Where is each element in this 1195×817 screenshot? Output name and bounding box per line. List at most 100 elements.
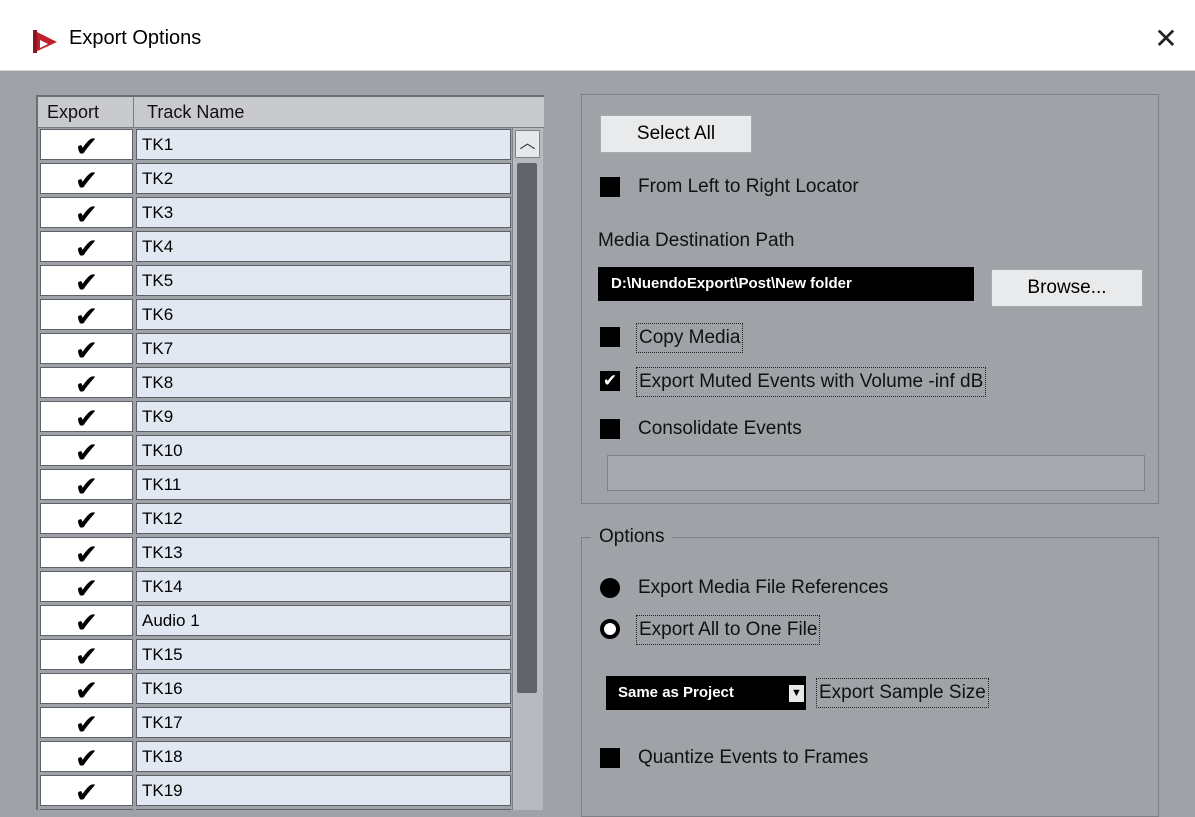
export-checkmark-icon[interactable]: ✔ xyxy=(40,197,133,230)
checkbox-box[interactable] xyxy=(600,419,620,439)
media-destination-path-label: Media Destination Path xyxy=(598,230,795,251)
checkmark-icon[interactable]: ✔ xyxy=(600,371,620,391)
track-name-cell[interactable]: TK17 xyxy=(136,707,511,738)
checkbox-box[interactable] xyxy=(600,327,620,347)
export-checkmark-icon[interactable]: ✔ xyxy=(40,707,133,740)
track-name-cell[interactable]: Audio 1 xyxy=(136,605,511,636)
radio-unselected-indicator[interactable] xyxy=(600,619,620,639)
sample-size-select[interactable]: Same as Project ▼ xyxy=(606,676,806,710)
table-row[interactable]: ✔ TK16 xyxy=(38,672,512,706)
title-bar: Export Options ✕ xyxy=(0,0,1195,71)
export-checkmark-icon[interactable]: ✔ xyxy=(40,469,133,502)
track-name-cell[interactable]: TK11 xyxy=(136,469,511,500)
options-group: Export Media File References Export All … xyxy=(581,537,1159,817)
table-header: Export Track Name xyxy=(38,97,544,128)
track-name-cell[interactable]: TK14 xyxy=(136,571,511,602)
select-all-button[interactable]: Select All xyxy=(600,115,752,153)
track-name-cell[interactable]: TK13 xyxy=(136,537,511,568)
table-row[interactable]: ✔ TK18 xyxy=(38,740,512,774)
track-name-cell[interactable]: TK6 xyxy=(136,299,511,330)
track-name-cell[interactable]: TK1 xyxy=(136,129,511,160)
export-checkmark-icon[interactable]: ✔ xyxy=(40,367,133,400)
table-row[interactable]: ✔ TK3 xyxy=(38,196,512,230)
table-row[interactable]: ✔ TK1 xyxy=(38,128,512,162)
table-row[interactable]: ✔ TK13 xyxy=(38,536,512,570)
table-row[interactable]: ✔ TK2 xyxy=(38,162,512,196)
track-name-cell[interactable]: TK5 xyxy=(136,265,511,296)
export-checkmark-icon[interactable]: ✔ xyxy=(40,163,133,196)
track-name-cell[interactable]: TK10 xyxy=(136,435,511,466)
track-name-cell[interactable]: TK4 xyxy=(136,231,511,262)
track-rows: ✔ TK1 ✔ TK2 ✔ TK3 ✔ TK4 ✔ TK5 ✔ TK6 ✔ TK7 ✔ TK8 ✔ TK9 ✔ TK1… xyxy=(38,128,512,810)
track-name-cell[interactable] xyxy=(136,809,511,810)
table-row[interactable]: ✔ TK17 xyxy=(38,706,512,740)
nuendo-logo-icon xyxy=(33,30,57,53)
table-row[interactable]: ✔ TK4 xyxy=(38,230,512,264)
export-checkmark-icon[interactable]: ✔ xyxy=(40,537,133,570)
media-destination-path-field[interactable]: D:\NuendoExport\Post\New folder xyxy=(598,267,974,301)
table-row[interactable]: ✔ TK8 xyxy=(38,366,512,400)
checkbox-box[interactable] xyxy=(600,748,620,768)
export-checkmark-icon[interactable]: ✔ xyxy=(40,333,133,366)
table-row[interactable]: ✔ TK9 xyxy=(38,400,512,434)
export-checkmark-icon[interactable]: ✔ xyxy=(40,401,133,434)
table-row[interactable]: ✔ TK14 xyxy=(38,570,512,604)
radio-label: Export All to One File xyxy=(636,615,821,645)
options-legend: Options xyxy=(591,523,673,551)
column-header-export[interactable]: Export xyxy=(38,97,134,127)
export-checkmark-icon[interactable]: ✔ xyxy=(40,503,133,536)
radio-label: Export Media File References xyxy=(638,577,889,598)
scroll-thumb[interactable] xyxy=(517,163,537,693)
checkbox-label: Quantize Events to Frames xyxy=(638,747,869,768)
export-checkmark-icon[interactable]: ✔ xyxy=(40,775,133,808)
export-checkmark-icon[interactable]: ✔ xyxy=(40,299,133,332)
track-name-cell[interactable]: TK16 xyxy=(136,673,511,704)
export-checkmark-icon[interactable]: ✔ xyxy=(40,265,133,298)
export-checkmark-icon[interactable]: ✔ xyxy=(40,673,133,706)
table-row[interactable]: ✔ TK6 xyxy=(38,298,512,332)
track-name-cell[interactable]: TK9 xyxy=(136,401,511,432)
table-row[interactable]: ✔ TK10 xyxy=(38,434,512,468)
checkbox-label: Export Muted Events with Volume -inf dB xyxy=(636,367,987,397)
window-title: Export Options xyxy=(69,27,202,49)
table-row[interactable]: ✔ xyxy=(38,808,512,810)
track-table: Export Track Name ✔ TK1 ✔ TK2 ✔ TK3 ✔ TK4 ✔ TK5 ✔ T… xyxy=(36,95,544,810)
progress-field xyxy=(607,455,1145,491)
table-row[interactable]: ✔ TK12 xyxy=(38,502,512,536)
export-checkmark-icon[interactable]: ✔ xyxy=(40,741,133,774)
radio-selected-indicator[interactable] xyxy=(600,578,620,598)
track-name-cell[interactable]: TK12 xyxy=(136,503,511,534)
track-name-cell[interactable]: TK7 xyxy=(136,333,511,364)
column-header-track-name[interactable]: Track Name xyxy=(134,97,542,127)
export-checkmark-icon[interactable]: ✔ xyxy=(40,605,133,638)
export-sample-size-label: Export Sample Size xyxy=(816,678,989,708)
export-checkmark-icon[interactable]: ✔ xyxy=(40,809,133,810)
table-row[interactable]: ✔ TK15 xyxy=(38,638,512,672)
chevron-down-icon[interactable]: ▼ xyxy=(789,685,804,702)
export-checkmark-icon[interactable]: ✔ xyxy=(40,231,133,264)
table-row[interactable]: ✔ TK19 xyxy=(38,774,512,808)
export-checkmark-icon[interactable]: ✔ xyxy=(40,571,133,604)
track-name-cell[interactable]: TK3 xyxy=(136,197,511,228)
browse-button[interactable]: Browse... xyxy=(991,269,1143,307)
vertical-scrollbar[interactable]: ︿ xyxy=(512,128,543,810)
table-row[interactable]: ✔ TK5 xyxy=(38,264,512,298)
checkbox-label: From Left to Right Locator xyxy=(638,176,859,197)
checkbox-label: Consolidate Events xyxy=(638,418,802,439)
track-name-cell[interactable]: TK2 xyxy=(136,163,511,194)
checkbox-box[interactable] xyxy=(600,177,620,197)
table-row[interactable]: ✔ Audio 1 xyxy=(38,604,512,638)
close-icon[interactable]: ✕ xyxy=(1150,24,1182,56)
export-checkmark-icon[interactable]: ✔ xyxy=(40,639,133,672)
track-name-cell[interactable]: TK19 xyxy=(136,775,511,806)
export-checkmark-icon[interactable]: ✔ xyxy=(40,129,133,162)
track-name-cell[interactable]: TK15 xyxy=(136,639,511,670)
track-name-cell[interactable]: TK8 xyxy=(136,367,511,398)
scroll-up-icon[interactable]: ︿ xyxy=(515,130,540,158)
export-settings-group: Select All From Left to Right Locator Me… xyxy=(581,94,1159,504)
table-row[interactable]: ✔ TK11 xyxy=(38,468,512,502)
track-name-cell[interactable]: TK18 xyxy=(136,741,511,772)
sample-size-value: Same as Project xyxy=(618,684,734,701)
export-checkmark-icon[interactable]: ✔ xyxy=(40,435,133,468)
table-row[interactable]: ✔ TK7 xyxy=(38,332,512,366)
